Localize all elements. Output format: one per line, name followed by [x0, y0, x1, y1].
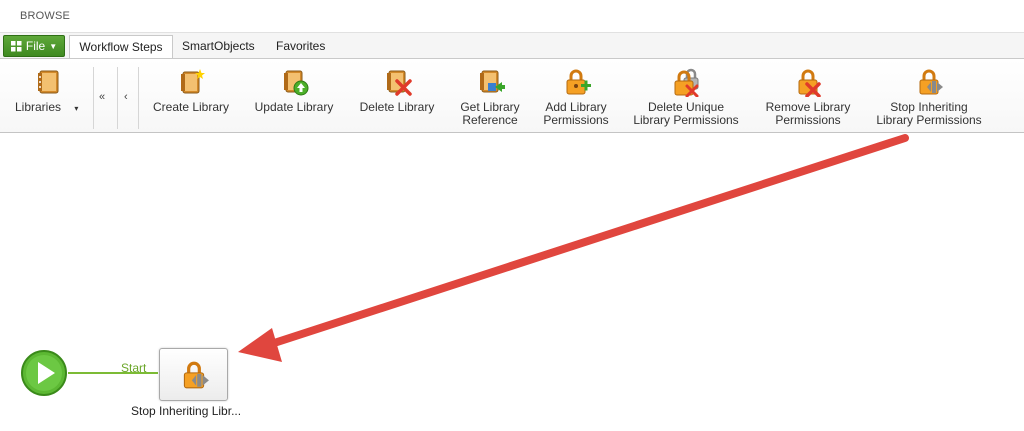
file-menu-button[interactable]: File ▼: [3, 35, 65, 57]
update-library-icon: [284, 70, 309, 96]
library-book-icon: [38, 70, 59, 94]
delete-unique-permissions-icon: [674, 68, 699, 97]
scroll-left-icon[interactable]: ‹: [124, 91, 128, 103]
workflow-step-node[interactable]: [159, 348, 228, 401]
delete-unique-library-permissions-button[interactable]: Delete Unique Library Permissions: [626, 65, 746, 131]
ribbon-toolbar: Libraries ▾ « ‹ Create Library Update Li…: [0, 58, 1024, 133]
remove-library-permissions-button[interactable]: Remove Library Permissions: [758, 65, 858, 131]
get-library-reference-icon: [480, 70, 505, 93]
add-library-permissions-label-line2: Permissions: [543, 113, 609, 127]
tab-smartobjects[interactable]: SmartObjects: [174, 35, 263, 59]
tab-workflow-steps[interactable]: Workflow Steps: [69, 35, 173, 59]
remove-library-permissions-label: Remove Library Permissions: [758, 101, 858, 127]
stop-inheriting-icon: [183, 361, 209, 389]
ribbon-separator: [138, 67, 139, 129]
delete-library-icon: [387, 70, 412, 96]
stop-inheriting-library-permissions-button[interactable]: Stop Inheriting Library Permissions: [868, 65, 990, 131]
ribbon-tab-row: File ▼ Workflow Steps SmartObjects Favor…: [0, 33, 1024, 59]
create-library-icon: [181, 69, 205, 94]
update-library-label: Update Library: [254, 100, 334, 114]
remove-library-permissions-label-line2: Permissions: [775, 113, 841, 127]
create-library-button[interactable]: Create Library: [145, 65, 237, 131]
get-library-reference-button[interactable]: Get Library Reference: [452, 65, 528, 131]
stop-inheriting-icon: [919, 69, 943, 95]
get-library-reference-label: Get Library Reference: [452, 101, 528, 127]
grid-icon: [10, 40, 22, 51]
ribbon-separator: [117, 67, 118, 129]
tab-favorites[interactable]: Favorites: [268, 35, 333, 59]
workflow-canvas[interactable]: [0, 134, 1024, 431]
chevron-down-icon: ▼: [49, 41, 58, 51]
add-permissions-icon: [566, 69, 591, 95]
delete-unique-library-permissions-label: Delete Unique Library Permissions: [626, 101, 746, 127]
remove-permissions-icon: [798, 69, 821, 97]
add-library-permissions-button[interactable]: Add Library Permissions: [538, 65, 614, 131]
browse-tab[interactable]: BROWSE: [20, 10, 70, 22]
workflow-step-label: Stop Inheriting Libr...: [131, 404, 242, 418]
add-library-permissions-label: Add Library Permissions: [538, 101, 614, 127]
top-bar: BROWSE: [0, 0, 1024, 33]
delete-unique-label-line2: Library Permissions: [633, 113, 739, 127]
delete-library-label: Delete Library: [359, 100, 435, 114]
start-node-play-icon[interactable]: [20, 349, 68, 397]
libraries-label: Libraries: [15, 100, 62, 114]
stop-inheriting-label: Stop Inheriting Library Permissions: [868, 101, 990, 127]
stop-inheriting-label-line2: Library Permissions: [876, 113, 982, 127]
ribbon-separator: [93, 67, 94, 129]
scroll-first-icon[interactable]: «: [99, 91, 105, 103]
start-connector-label: Start: [121, 361, 147, 375]
create-library-label: Create Library: [152, 100, 230, 114]
get-library-reference-label-line2: Reference: [462, 113, 518, 127]
file-menu-label: File: [25, 39, 46, 53]
dropdown-arrow-icon[interactable]: ▾: [74, 104, 78, 113]
libraries-button[interactable]: Libraries ▾: [8, 65, 88, 131]
update-library-button[interactable]: Update Library: [248, 65, 340, 131]
delete-library-button[interactable]: Delete Library: [352, 65, 442, 131]
